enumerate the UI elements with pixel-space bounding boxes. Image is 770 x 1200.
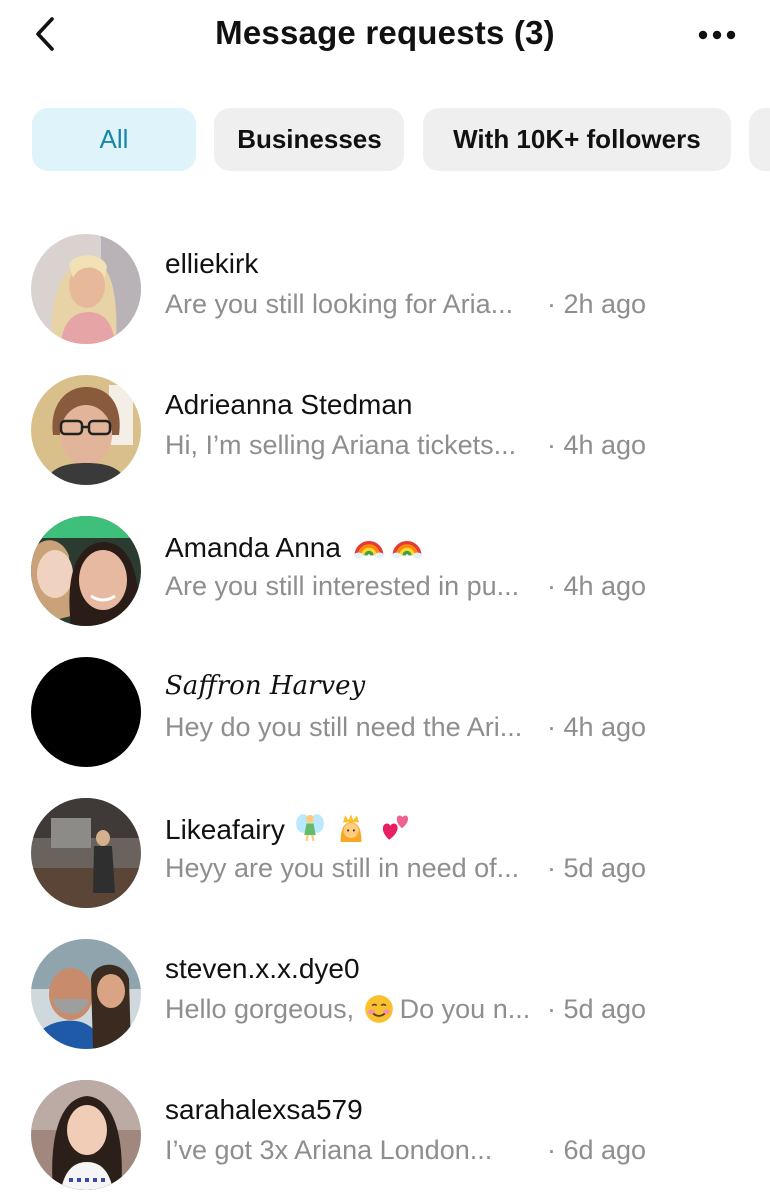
timestamp: · 4h ago	[547, 430, 647, 460]
list-item[interactable]: sarahalexsa579 I’ve got 3x Ariana London…	[0, 1080, 770, 1200]
timestamp: · 2h ago	[547, 289, 647, 319]
message-preview: Hey do you still need the Ari...	[165, 712, 523, 742]
avatar	[31, 234, 141, 344]
request-sender-name: Saffron Harvey	[165, 671, 366, 701]
message-preview: I’ve got 3x Ariana London...	[165, 1135, 493, 1165]
rainbow-emoji	[353, 540, 384, 559]
timestamp: · 4h ago	[547, 712, 647, 742]
two-hearts-emoji	[383, 815, 409, 840]
list-item[interactable]: Saffron Harvey Hey do you still need the…	[0, 657, 770, 777]
filter-tabs: All Businesses With 10K+ followers	[32, 108, 770, 171]
avatar	[31, 516, 141, 626]
tab-10k-followers[interactable]: With 10K+ followers	[422, 108, 731, 171]
list-item[interactable]: Amanda Anna Are you still interested in …	[0, 516, 770, 636]
timestamp: · 4h ago	[547, 571, 647, 601]
list-item[interactable]: elliekirk Are you still looking for Aria…	[0, 234, 770, 354]
avatar	[31, 939, 141, 1049]
timestamp: · 6d ago	[547, 1135, 647, 1165]
avatar	[31, 657, 141, 767]
list-item[interactable]: steven.x.x.dye0 Hello gorgeous, Do you n…	[0, 939, 770, 1059]
request-sender-name: steven.x.x.dye0	[165, 953, 360, 984]
request-sender-name: Amanda Anna	[165, 530, 425, 564]
tab-all[interactable]: All	[32, 108, 196, 171]
top-bar: Message requests (3)	[0, 0, 770, 70]
page-title: Message requests (3)	[215, 14, 555, 51]
more-horizontal-icon	[698, 30, 736, 40]
message-preview: Heyy are you still in need of...	[165, 853, 520, 883]
fairy-emoji	[295, 814, 324, 842]
list-item[interactable]: Likeafairy Heyy are you still in need of…	[0, 798, 770, 918]
tab-businesses[interactable]: Businesses	[214, 108, 405, 171]
request-sender-name: sarahalexsa579	[165, 1094, 363, 1125]
timestamp: · 5d ago	[547, 994, 647, 1024]
request-sender-name: elliekirk	[165, 248, 259, 279]
avatar	[31, 375, 141, 485]
tab-more-partial[interactable]	[749, 108, 770, 171]
message-preview: Are you still looking for Aria...	[165, 289, 514, 319]
rainbow-emoji	[391, 540, 422, 559]
princess-emoji	[341, 814, 362, 842]
request-sender-name: Likeafairy	[165, 812, 412, 846]
message-preview: Are you still interested in pu...	[165, 571, 520, 601]
message-preview: Hello gorgeous, Do you n...	[165, 994, 531, 1024]
more-options-button[interactable]	[694, 18, 740, 52]
avatar	[31, 1080, 141, 1190]
message-preview: Hi, I’m selling Ariana tickets...	[165, 430, 517, 460]
list-item[interactable]: Adrieanna Stedman Hi, I’m selling Ariana…	[0, 375, 770, 495]
timestamp: · 5d ago	[547, 853, 647, 883]
request-sender-name: Adrieanna Stedman	[165, 389, 413, 420]
smiling-face-emoji	[364, 995, 393, 1023]
avatar	[31, 798, 141, 908]
